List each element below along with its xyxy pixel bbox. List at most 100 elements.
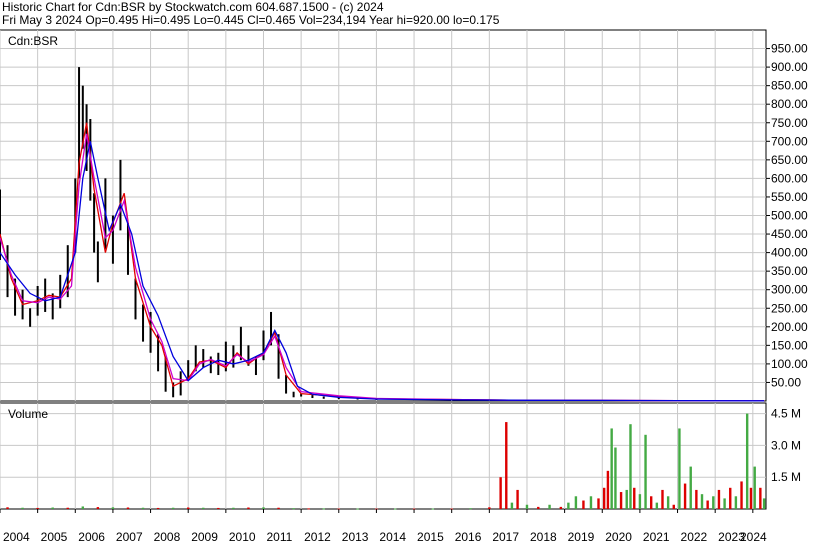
volume-bar [678,428,681,509]
x-tick-label: 2024 [740,530,767,543]
price-tick-label: 800.00 [771,97,808,111]
x-tick-label: 2009 [191,530,218,543]
volume-bar [431,508,435,510]
volume-bar [734,496,738,509]
price-tick-label: 600.00 [771,171,808,185]
volume-tick-label: 3.0 M [771,438,801,452]
volume-bar [6,507,9,509]
volume-bar [712,496,715,509]
price-tick-label: 200.00 [771,320,808,334]
x-tick-label: 2017 [492,530,519,543]
volume-bar [156,507,160,509]
volume-bar [51,507,54,509]
volume-bar [322,508,325,510]
volume-bar [36,507,39,509]
volume-bar [510,502,514,509]
volume-bar [649,496,653,509]
price-tick-label: 350.00 [771,264,808,278]
volume-bar [597,498,600,509]
volume-bar [614,447,617,509]
x-tick-label: 2015 [417,530,444,543]
price-tick-label: 950.00 [771,42,808,56]
volume-bar [759,487,762,509]
volume-bar [247,507,250,509]
volume-bar [394,508,397,510]
x-tick-label: 2013 [342,530,369,543]
volume-bar [610,428,613,509]
volume-y-axis: 4.5 M 3.0 M 1.5 M [771,407,801,485]
volume-bar [548,504,551,509]
volume-bar [277,507,280,509]
volume-bar [21,507,24,509]
volume-bar [141,507,145,509]
volume-bar [262,507,265,509]
x-tick-label: 2018 [530,530,557,543]
volume-bar [706,500,709,509]
price-tick-label: 250.00 [771,301,808,315]
volume-bar [619,492,623,509]
x-tick-label: 2007 [116,530,143,543]
price-tick-label: 550.00 [771,190,808,204]
x-tick-label: 2019 [568,530,595,543]
x-tick-label: 2006 [78,530,105,543]
volume-bar [537,506,540,509]
volume-bar [695,489,698,509]
volume-bar [574,496,578,509]
volume-bar [753,466,756,509]
volume-bar [567,502,570,509]
x-tick-label: 2016 [455,530,482,543]
volume-bar [683,483,687,509]
volume-bar [689,466,692,509]
volume-bar [292,508,295,510]
volume-bar [629,424,632,509]
volume-bar [469,508,472,510]
volume-bar [96,507,100,509]
price-panel-label: Cdn:BSR [8,34,58,48]
volume-bar [582,500,585,509]
volume-bar [516,489,519,509]
price-tick-label: 400.00 [771,246,808,260]
volume-bar [655,502,659,509]
volume-bar [232,507,235,509]
price-tick-label: 300.00 [771,283,808,297]
volume-tick-label: 1.5 M [771,470,801,484]
volume-bar [745,413,749,509]
volume-bar [749,487,753,509]
price-tick-label: 50.00 [771,375,801,389]
volume-bar [606,470,610,509]
volume-bar [638,494,642,509]
volume-bar [126,507,130,509]
x-tick-label: 2012 [304,530,331,543]
price-y-axis: 950.00 900.00 850.00 800.00 750.00 700.00 650.… [766,42,808,389]
volume-bar [729,487,732,509]
x-tick-label: 2014 [379,530,406,543]
x-axis: 2004 2005 2006 2007 2008 2009 2010 2011 2012 2013… [0,509,767,543]
x-tick-label: 2005 [41,530,68,543]
volume-bar [488,507,491,509]
volume-bar [187,507,190,509]
volume-bar [602,487,606,509]
volume-bar [661,489,664,509]
volume-bar [644,434,647,509]
volume-bar [356,508,359,510]
x-tick-label: 2008 [154,530,181,543]
volume-bar [723,498,726,509]
price-tick-label: 100.00 [771,357,808,371]
price-tick-label: 450.00 [771,227,808,241]
price-tick-label: 650.00 [771,153,808,167]
volume-panel-frame [0,402,767,510]
volume-bar [202,507,205,509]
chart-canvas: 950.00 900.00 850.00 800.00 750.00 700.00 650.… [0,29,808,543]
volume-bar [740,481,743,509]
volume-bar [81,506,85,509]
price-tick-label: 150.00 [771,338,808,352]
volume-bar [717,489,721,509]
x-tick-label: 2004 [3,530,30,543]
x-tick-label: 2022 [681,530,708,543]
volume-bar [505,422,508,509]
volume-bar [700,494,704,509]
volume-bar [111,507,115,509]
volume-bar [171,507,175,509]
volume-bar [672,504,675,509]
price-tick-label: 500.00 [771,209,808,223]
